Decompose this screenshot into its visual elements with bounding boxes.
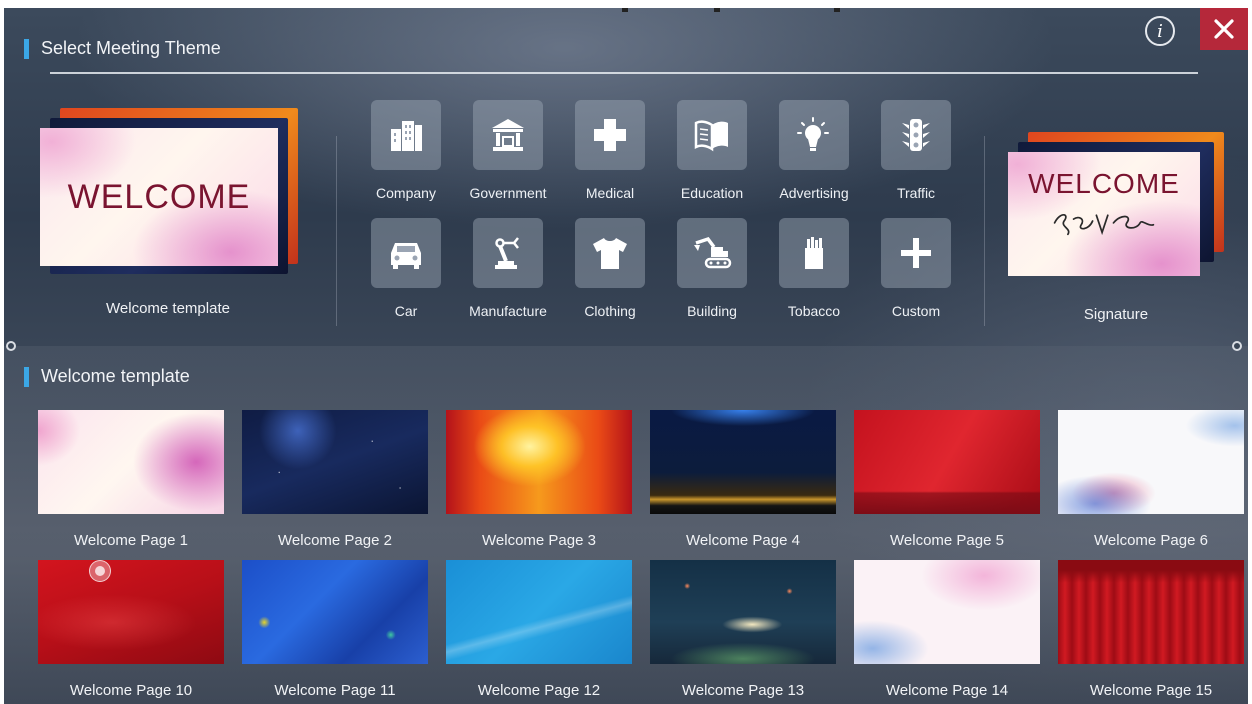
- template-thumbnail[interactable]: Welcome Page 1: [38, 410, 224, 549]
- traffic-light-icon: [902, 119, 930, 151]
- category-custom[interactable]: Custom: [871, 218, 961, 319]
- top-edge-marks: [604, 8, 844, 14]
- gallery-header: Welcome template: [24, 366, 190, 387]
- info-icon: i: [1157, 20, 1163, 42]
- excavator-icon: [694, 236, 732, 269]
- section-header: Select Meeting Theme: [24, 38, 221, 59]
- info-button[interactable]: i: [1145, 16, 1175, 46]
- category-advertising[interactable]: Advertising: [769, 100, 859, 201]
- signature-preview[interactable]: WELCOME: [1008, 132, 1224, 288]
- lightbulb-icon: [797, 117, 829, 151]
- resize-handle-right[interactable]: [1232, 341, 1242, 351]
- welcome-template-preview[interactable]: WELCOME: [38, 104, 308, 284]
- accent-bar: [24, 366, 29, 387]
- divider: [50, 72, 1198, 74]
- meeting-theme-window: Select Meeting Theme i WELCOME Welcome t…: [4, 8, 1248, 704]
- category-company[interactable]: Company: [361, 100, 451, 201]
- signature-caption: Signature: [1083, 306, 1149, 323]
- category-traffic[interactable]: Traffic: [871, 100, 961, 201]
- divider: [984, 136, 985, 326]
- category-education[interactable]: Education: [667, 100, 757, 201]
- template-thumbnail[interactable]: Welcome Page 5: [854, 410, 1040, 549]
- close-button[interactable]: [1200, 8, 1248, 50]
- page-title: Select Meeting Theme: [41, 38, 221, 58]
- government-icon: [492, 119, 524, 151]
- handwritten-signature: [1053, 213, 1155, 236]
- template-thumbnail[interactable]: Welcome Page 11: [242, 560, 428, 699]
- car-icon: [391, 243, 421, 269]
- resize-handle-left[interactable]: [6, 341, 16, 351]
- template-thumbnail[interactable]: Welcome Page 10: [38, 560, 224, 699]
- welcome-template-caption: Welcome template: [106, 300, 230, 317]
- welcome-card: WELCOME: [40, 128, 278, 266]
- cigarette-pack-icon: [805, 237, 823, 269]
- building-icon: [391, 121, 422, 151]
- template-thumbnail[interactable]: Welcome Page 6: [1058, 410, 1244, 549]
- category-manufacture[interactable]: Manufacture: [463, 218, 553, 319]
- tshirt-icon: [593, 238, 627, 269]
- category-government[interactable]: Government: [463, 100, 553, 201]
- category-medical[interactable]: Medical: [565, 100, 655, 201]
- template-thumbnail[interactable]: Welcome Page 4: [650, 410, 836, 549]
- gallery-title: Welcome template: [41, 366, 190, 386]
- accent-bar: [24, 38, 29, 59]
- category-tobacco[interactable]: Tobacco: [769, 218, 859, 319]
- signature-card: WELCOME: [1008, 152, 1200, 276]
- close-icon: [1214, 19, 1234, 39]
- medical-cross-icon: [594, 119, 626, 151]
- touch-cursor: [89, 560, 111, 582]
- category-car[interactable]: Car: [361, 218, 451, 319]
- template-thumbnail[interactable]: Welcome Page 14: [854, 560, 1040, 699]
- book-icon: [694, 120, 728, 152]
- robot-arm-icon: [495, 237, 519, 269]
- template-thumbnail[interactable]: Welcome Page 13: [650, 560, 836, 699]
- template-thumbnail[interactable]: Welcome Page 15: [1058, 560, 1244, 699]
- template-thumbnail[interactable]: Welcome Page 3: [446, 410, 632, 549]
- divider: [336, 136, 337, 326]
- category-clothing[interactable]: Clothing: [565, 218, 655, 319]
- plus-icon: [901, 238, 931, 268]
- template-thumbnail[interactable]: Welcome Page 12: [446, 560, 632, 699]
- category-building[interactable]: Building: [667, 218, 757, 319]
- template-thumbnail[interactable]: Welcome Page 2: [242, 410, 428, 549]
